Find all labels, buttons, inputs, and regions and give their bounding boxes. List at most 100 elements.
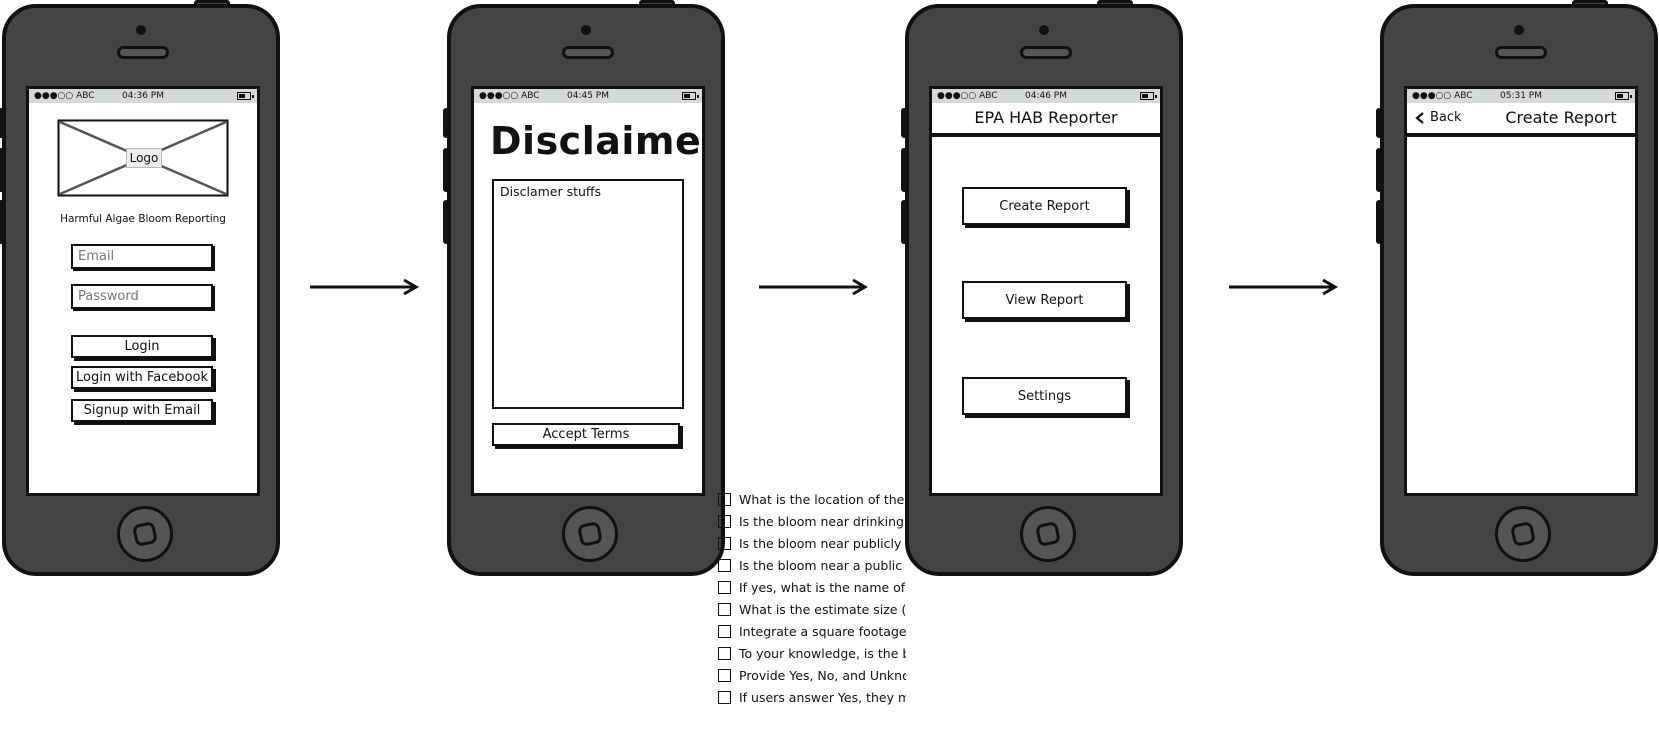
camera-dot <box>581 25 591 35</box>
phone-side-button <box>0 148 4 192</box>
chevron-left-icon <box>1415 112 1424 124</box>
phone-side-button <box>1376 200 1382 244</box>
home-button[interactable] <box>117 506 173 562</box>
list-item-label: Is the bloom near publicly ow <box>739 535 906 551</box>
time-label: 04:36 PM <box>122 91 164 101</box>
view-report-button[interactable]: View Report <box>962 281 1127 319</box>
list-item: What is the estimate size (sc <box>718 598 906 620</box>
camera-dot <box>136 25 146 35</box>
list-item-label: Integrate a square footage c <box>739 623 906 639</box>
phone-side-button <box>0 200 4 244</box>
phone-speaker <box>117 46 169 59</box>
login-button[interactable]: Login <box>71 335 213 358</box>
password-field[interactable] <box>71 284 213 309</box>
home-button[interactable] <box>562 506 618 562</box>
screen-main-menu: ●●●○○ ABC 04:46 PM EPA HAB Reporter Crea… <box>929 86 1163 496</box>
screen-login: ●●●○○ ABC 04:36 PM Logo Harmful Algae Bl… <box>26 86 260 496</box>
nav-header: EPA HAB Reporter <box>932 103 1160 135</box>
phone-side-button <box>901 108 907 138</box>
status-bar: ●●●○○ ABC 04:45 PM <box>474 89 702 103</box>
right-arrow-icon <box>759 278 868 296</box>
status-bar: ●●●○○ ABC 05:31 PM <box>1407 89 1635 103</box>
checkbox[interactable] <box>718 558 731 572</box>
home-icon <box>1509 520 1537 548</box>
screen-disclaimer: ●●●○○ ABC 04:45 PM Disclaimer Disclamer … <box>471 86 705 496</box>
back-button[interactable]: Back <box>1415 103 1462 133</box>
checkbox[interactable] <box>718 492 731 506</box>
checkbox[interactable] <box>718 624 731 638</box>
nav-header: Back Create Report <box>1407 103 1635 135</box>
battery-icon <box>1140 92 1157 100</box>
list-item: Integrate a square footage c <box>718 620 906 642</box>
disclaimer-text: Disclamer stuffs <box>500 184 602 199</box>
settings-button[interactable]: Settings <box>962 377 1127 415</box>
list-item-label: Provide Yes, No, and Unknow <box>739 667 906 683</box>
phone-frame-main-menu: ●●●○○ ABC 04:46 PM EPA HAB Reporter Crea… <box>901 0 1183 576</box>
time-label: 04:45 PM <box>567 91 609 101</box>
checkbox[interactable] <box>718 580 731 594</box>
question-checklist: What is the location of the bl Is the bl… <box>718 488 906 708</box>
list-item-label: If yes, what is the name of th <box>739 579 906 595</box>
camera-dot <box>1039 25 1049 35</box>
phone-speaker <box>1495 46 1547 59</box>
phone-side-button <box>1376 108 1382 138</box>
checkbox[interactable] <box>718 646 731 660</box>
list-item: Is the bloom near drinking w <box>718 510 906 532</box>
checkbox[interactable] <box>718 602 731 616</box>
phone-side-button <box>901 148 907 192</box>
list-item: What is the location of the bl <box>718 488 906 510</box>
checkbox[interactable] <box>718 690 731 704</box>
checkbox[interactable] <box>718 514 731 528</box>
list-item: If users answer Yes, they mu <box>718 686 906 708</box>
phone-top-button <box>639 0 675 7</box>
list-item: To your knowledge, is the blo <box>718 642 906 664</box>
login-with-facebook-button[interactable]: Login with Facebook <box>71 366 213 389</box>
phone-top-button <box>1097 0 1133 7</box>
home-button[interactable] <box>1020 506 1076 562</box>
list-item-label: Is the bloom near a public be <box>739 557 906 573</box>
phone-speaker <box>562 46 614 59</box>
status-bar: ●●●○○ ABC 04:46 PM <box>932 89 1160 103</box>
phone-speaker <box>1020 46 1072 59</box>
battery-icon <box>1615 92 1632 100</box>
time-label: 04:46 PM <box>1025 91 1067 101</box>
phone-frame-login: ●●●○○ ABC 04:36 PM Logo Harmful Algae Bl… <box>0 0 280 576</box>
disclaimer-text-area[interactable]: Disclamer stuffs <box>492 179 684 409</box>
phone-side-button <box>901 200 907 244</box>
list-item: Is the bloom near publicly ow <box>718 532 906 554</box>
app-subtitle: Harmful Algae Bloom Reporting <box>60 213 226 225</box>
home-button[interactable] <box>1495 506 1551 562</box>
checkbox[interactable] <box>718 536 731 550</box>
time-label: 05:31 PM <box>1500 91 1542 101</box>
page-title: Disclaimer <box>490 119 705 163</box>
accept-terms-button[interactable]: Accept Terms <box>492 423 680 446</box>
phone-side-button <box>1376 148 1382 192</box>
list-item-label: What is the estimate size (sc <box>739 601 906 617</box>
phone-side-button <box>443 108 449 138</box>
logo-label: Logo <box>126 148 162 168</box>
phone-top-button <box>194 0 230 7</box>
home-icon <box>576 520 604 548</box>
list-item-label: To your knowledge, is the blo <box>739 645 906 661</box>
phone-side-button <box>443 148 449 192</box>
email-field[interactable] <box>71 244 213 269</box>
list-item-label: If users answer Yes, they mu <box>739 689 906 705</box>
phone-side-button <box>0 108 4 138</box>
battery-icon <box>237 92 254 100</box>
camera-dot <box>1514 25 1524 35</box>
list-item: Is the bloom near a public be <box>718 554 906 576</box>
screen-create-report: ●●●○○ ABC 05:31 PM Back Create Report <box>1404 86 1638 496</box>
header-title: EPA HAB Reporter <box>974 108 1118 127</box>
right-arrow-icon <box>1229 278 1338 296</box>
header-title: Create Report <box>1505 108 1617 127</box>
signup-with-email-button[interactable]: Signup with Email <box>71 399 213 422</box>
list-item: Provide Yes, No, and Unknow <box>718 664 906 686</box>
list-item: If yes, what is the name of th <box>718 576 906 598</box>
phone-top-button <box>1572 0 1608 7</box>
battery-icon <box>682 92 699 100</box>
home-icon <box>1034 520 1062 548</box>
status-bar: ●●●○○ ABC 04:36 PM <box>29 89 257 103</box>
checkbox[interactable] <box>718 668 731 682</box>
create-report-button[interactable]: Create Report <box>962 187 1127 225</box>
phone-side-button <box>443 200 449 244</box>
